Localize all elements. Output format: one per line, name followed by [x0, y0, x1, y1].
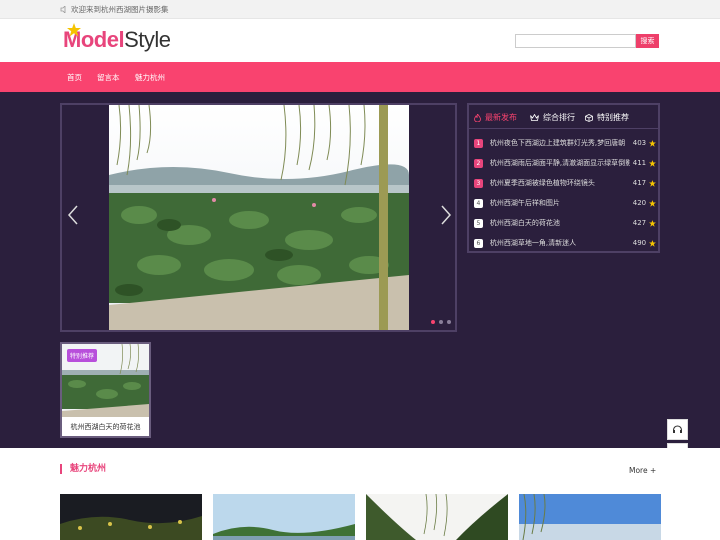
search-input[interactable]	[515, 34, 636, 48]
star-icon	[649, 239, 656, 247]
slider-next-arrow-icon[interactable]	[441, 205, 451, 225]
speaker-icon	[60, 6, 66, 13]
thumb-photo-night-lights[interactable]	[60, 494, 202, 540]
tab-recommended[interactable]: 特别推荐	[585, 112, 629, 123]
main-nav: 首页 留言本 魅力杭州	[0, 62, 720, 92]
list-item[interactable]: 4 杭州西湖午后祥和图片 420	[474, 197, 656, 209]
welcome-text: 欢迎来到杭州西湖图片摄影集	[60, 4, 169, 15]
slider-dot[interactable]	[439, 320, 443, 324]
image-slider	[60, 103, 457, 332]
list-item[interactable]: 2 杭州西湖雨后湖面平静,清澈湖面显示绿草倒影 411	[474, 157, 656, 169]
more-link[interactable]: More +	[629, 466, 656, 475]
featured-caption: 杭州西湖白天的荷花池	[70, 423, 141, 431]
logo-part2: Style	[124, 27, 171, 52]
list-item[interactable]: 3 杭州夏季西湖被绿色植物环绕镜头 417	[474, 177, 656, 189]
slider-prev-arrow-icon[interactable]	[68, 205, 78, 225]
thumb-photo-willows[interactable]	[366, 494, 508, 540]
cube-icon	[585, 113, 593, 122]
slider-dots	[431, 320, 451, 324]
featured-card[interactable]: 特别推荐 杭州西湖白天的荷花池	[60, 342, 151, 438]
star-icon	[649, 179, 656, 187]
ranking-panel: 最新发布 综合排行 特别推荐 1 杭州夜色下西湖边上建筑群灯光秀,梦回唐朝 403 …	[467, 103, 660, 253]
star-icon	[649, 219, 656, 227]
headset-icon	[672, 425, 683, 433]
logo-star-icon	[67, 23, 81, 37]
search-button[interactable]: 搜索	[636, 34, 659, 48]
thumb-photo-blue-sky[interactable]	[519, 494, 661, 540]
top-bar: 欢迎来到杭州西湖图片摄影集	[0, 0, 720, 18]
crown-icon	[530, 114, 539, 121]
slider-dot[interactable]	[447, 320, 451, 324]
tab-latest[interactable]: 最新发布	[474, 112, 517, 123]
star-icon	[649, 139, 656, 147]
logo[interactable]: Model Style	[63, 23, 171, 55]
tab-overall[interactable]: 综合排行	[530, 112, 575, 123]
section-title: 魅力杭州	[60, 464, 106, 474]
slider-dot[interactable]	[431, 320, 435, 324]
nav-item-guestbook[interactable]: 留言本	[97, 72, 120, 83]
thumb-photo-lake-trees[interactable]	[213, 494, 355, 540]
nav-item-home[interactable]: 首页	[67, 72, 82, 83]
nav-item-hangzhou[interactable]: 魅力杭州	[135, 72, 165, 83]
customer-service-button[interactable]	[667, 419, 688, 440]
list-item[interactable]: 1 杭州夜色下西湖边上建筑群灯光秀,梦回唐朝 403	[474, 137, 656, 149]
ranking-tabs: 最新发布 综合排行 特别推荐	[469, 105, 658, 129]
search-bar: 搜索	[515, 34, 659, 48]
section-hangzhou: 魅力杭州 More +	[0, 448, 720, 540]
flame-icon	[474, 113, 481, 122]
star-icon	[649, 199, 656, 207]
list-item[interactable]: 6 杭州西湖草地一角,清新迷人 490	[474, 237, 656, 249]
star-icon	[649, 159, 656, 167]
featured-badge: 特别推荐	[67, 349, 98, 362]
list-item[interactable]: 5 杭州西湖白天的荷花池 427	[474, 217, 656, 229]
slide-photo-lotus-pond	[109, 105, 409, 330]
header: Model Style 搜索	[0, 18, 720, 62]
